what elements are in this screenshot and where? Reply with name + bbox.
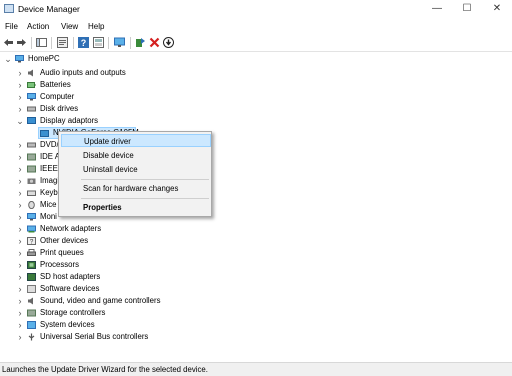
menu-scan-hardware[interactable]: Scan for hardware changes (61, 182, 211, 195)
chevron-right-icon[interactable]: › (16, 271, 24, 283)
computer-root-icon (15, 55, 24, 63)
chevron-right-icon[interactable]: › (16, 319, 24, 331)
chevron-down-icon[interactable]: ⌄ (16, 115, 24, 127)
download-driver-icon[interactable] (163, 37, 174, 48)
view-icon[interactable] (93, 37, 104, 48)
close-button[interactable]: ✕ (482, 0, 512, 18)
maximize-button[interactable]: ☐ (452, 0, 482, 18)
monitor-icon[interactable] (114, 37, 125, 48)
menu-separator (81, 179, 209, 180)
keyboard-icon (27, 190, 36, 196)
toolbar-separator (108, 37, 109, 49)
ide-controller-icon (27, 153, 36, 160)
chevron-right-icon[interactable]: › (16, 67, 24, 79)
chevron-right-icon[interactable]: › (16, 235, 24, 247)
chevron-right-icon[interactable]: › (16, 103, 24, 115)
menu-separator (81, 198, 209, 199)
svg-text:?: ? (30, 238, 34, 245)
mouse-icon (28, 200, 35, 209)
chevron-right-icon[interactable]: › (16, 259, 24, 271)
printer-icon (27, 248, 36, 256)
system-devices-icon (27, 320, 36, 329)
speaker-icon (28, 69, 33, 76)
menu-help[interactable]: Help (88, 22, 104, 31)
usb-icon (28, 333, 35, 340)
chevron-right-icon[interactable]: › (16, 307, 24, 319)
chevron-right-icon[interactable]: › (16, 295, 24, 307)
monitor-icon (27, 212, 36, 220)
chevron-right-icon[interactable]: › (16, 223, 24, 235)
forward-arrow-icon[interactable] (16, 37, 27, 48)
computer-icon (27, 92, 36, 100)
toolbar: ? (0, 34, 512, 52)
title-bar: Device Manager — ☐ ✕ (0, 0, 512, 18)
other-devices-icon: ? (27, 236, 36, 245)
update-driver-icon[interactable] (135, 37, 146, 48)
ieee-1394-icon (27, 165, 36, 172)
window-title: Device Manager (18, 4, 80, 14)
display-adapter-icon (27, 116, 36, 124)
menu-update-driver[interactable]: Update driver (61, 134, 211, 147)
chevron-right-icon[interactable]: › (16, 211, 24, 223)
disk-drive-icon (27, 106, 36, 111)
chevron-right-icon[interactable]: › (16, 79, 24, 91)
imaging-device-icon (27, 178, 36, 184)
battery-icon (27, 81, 36, 88)
chevron-right-icon[interactable]: › (16, 91, 24, 103)
show-hide-console-tree-icon[interactable] (36, 37, 47, 48)
toolbar-separator (31, 37, 32, 49)
menu-action[interactable]: Action (27, 22, 49, 31)
dvd-drive-icon (27, 142, 36, 147)
storage-controller-icon (27, 309, 36, 316)
chevron-right-icon[interactable]: › (16, 283, 24, 295)
chevron-right-icon[interactable]: › (16, 199, 24, 211)
toolbar-separator (130, 37, 131, 49)
network-adapter-icon (27, 225, 36, 232)
uninstall-red-x-icon[interactable] (149, 37, 160, 48)
chevron-right-icon[interactable]: › (16, 139, 24, 151)
menu-file[interactable]: File (5, 22, 18, 31)
sd-card-icon (27, 272, 36, 281)
menu-bar: File Action View Help (0, 19, 512, 33)
properties-icon[interactable] (57, 37, 68, 48)
chevron-right-icon[interactable]: › (16, 175, 24, 187)
status-text: Launches the Update Driver Wizard for th… (2, 365, 208, 374)
help-icon[interactable]: ? (78, 37, 89, 48)
menu-disable-device[interactable]: Disable device (61, 149, 211, 162)
chevron-down-icon[interactable]: ⌄ (4, 53, 12, 65)
chevron-right-icon[interactable]: › (16, 247, 24, 259)
chevron-right-icon[interactable]: › (16, 163, 24, 175)
toolbar-separator (51, 37, 52, 49)
toolbar-separator (73, 37, 74, 49)
status-bar: Launches the Update Driver Wizard for th… (0, 362, 512, 376)
software-device-icon (27, 284, 36, 293)
display-adapter-icon (40, 129, 49, 137)
chevron-right-icon[interactable]: › (16, 331, 24, 343)
context-menu: Update driver Disable device Uninstall d… (58, 131, 212, 217)
svg-text:?: ? (81, 38, 87, 48)
back-arrow-icon[interactable] (3, 37, 14, 48)
minimize-button[interactable]: — (422, 0, 452, 18)
processor-icon (27, 260, 36, 269)
chevron-right-icon[interactable]: › (16, 187, 24, 199)
chevron-right-icon[interactable]: › (16, 151, 24, 163)
device-manager-app-icon (4, 4, 14, 13)
menu-properties[interactable]: Properties (61, 201, 211, 214)
speaker-icon (28, 297, 33, 304)
menu-view[interactable]: View (61, 22, 78, 31)
menu-uninstall-device[interactable]: Uninstall device (61, 163, 211, 176)
